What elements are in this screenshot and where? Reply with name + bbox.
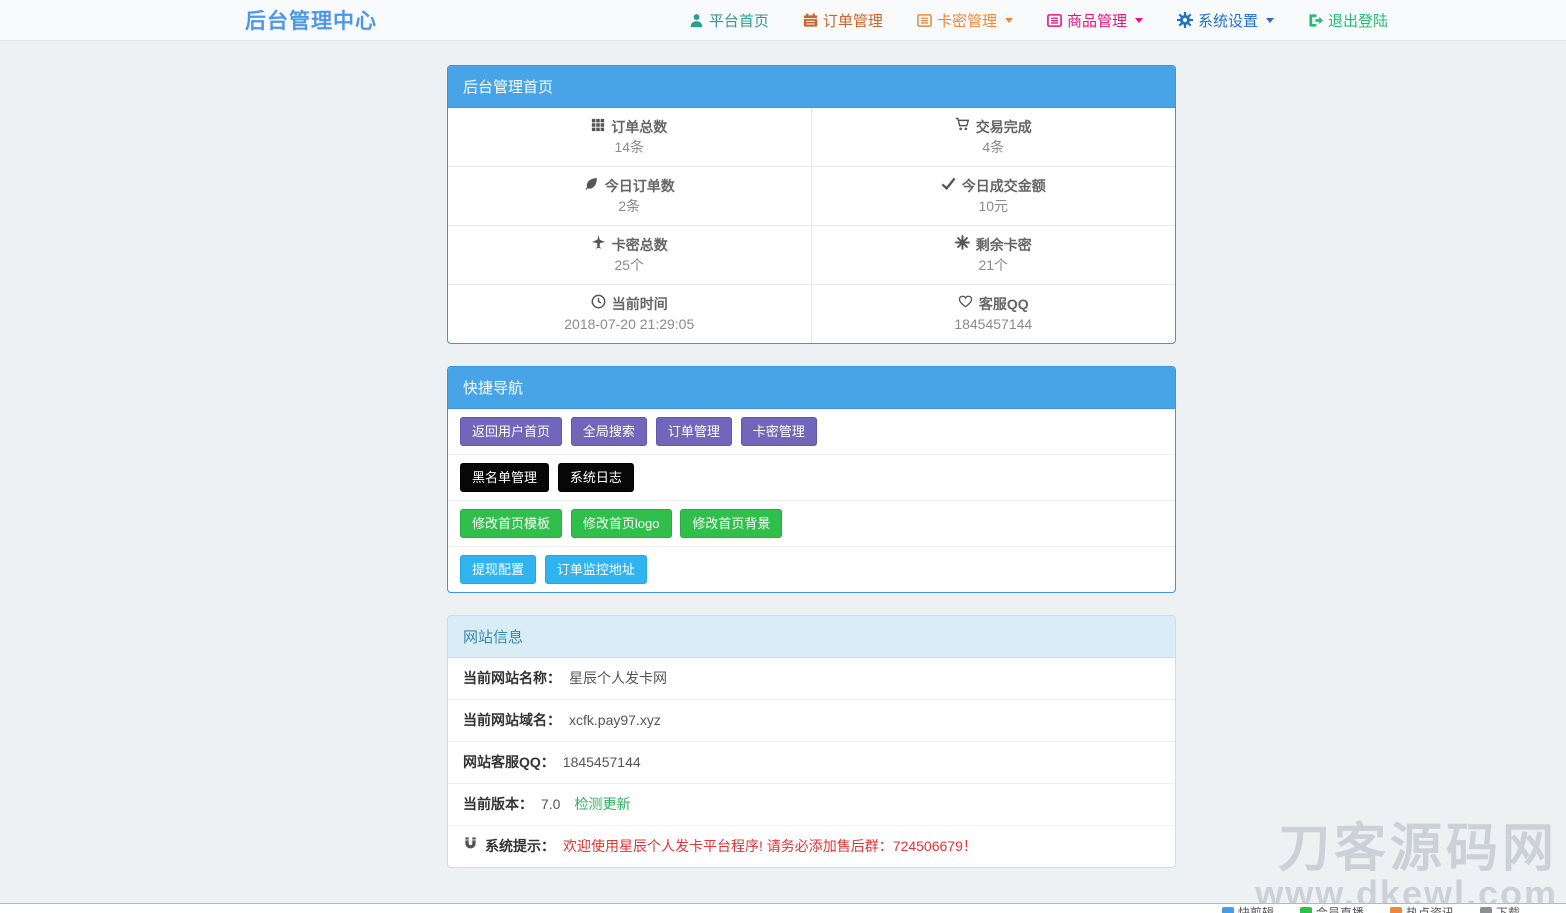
quick-nav-row-green: 修改首页模板 修改首页logo 修改首页背景 [448,501,1175,547]
dashboard-panel-title: 后台管理首页 [448,66,1175,108]
site-name-label: 当前网站名称： [463,668,561,689]
stat-value: 10元 [816,197,1172,216]
chevron-down-icon [1005,18,1013,23]
stat-total-orders: 订单总数 14条 [448,108,812,167]
stat-value: 2018-07-20 21:29:05 [452,315,807,334]
quick-nav-row-black: 黑名单管理 系统日志 [448,455,1175,501]
bottom-bar-news[interactable]: 热点资讯 [1390,905,1454,913]
card-management-button[interactable]: 卡密管理 [741,417,817,446]
grid-icon [591,117,605,137]
live-icon [1300,907,1312,913]
stats-grid: 订单总数 14条 交易完成 4条 今日订单数 2条 [448,108,1175,343]
stat-value: 1845457144 [816,315,1172,334]
site-qq-value: 1845457144 [563,752,641,773]
nav-item-platform-home[interactable]: 平台首页 [689,10,769,31]
play-icon [1222,907,1234,913]
nav-item-card-management[interactable]: 卡密管理 [917,10,1013,31]
order-management-button[interactable]: 订单管理 [656,417,732,446]
site-domain-row: 当前网站域名： xcfk.pay97.xyz [448,700,1175,742]
site-name-value: 星辰个人发卡网 [569,668,667,689]
nav-item-logout[interactable]: 退出登陆 [1308,10,1388,31]
version-label: 当前版本： [463,794,533,815]
site-name-row: 当前网站名称： 星辰个人发卡网 [448,658,1175,700]
edit-home-logo-button[interactable]: 修改首页logo [571,509,672,538]
stat-value: 14条 [452,138,807,157]
stat-service-qq: 客服QQ 1845457144 [812,285,1176,343]
stat-remaining-cards: 剩余卡密 21个 [812,226,1176,285]
system-tip-label: 系统提示： [485,836,555,857]
stat-value: 21个 [816,256,1172,275]
quick-nav-row-sky: 提现配置 订单监控地址 [448,547,1175,592]
clock-icon [591,294,606,314]
nav-menu: 平台首页 订单管理 卡密管理 商品管理 系统设置 [689,10,1388,31]
stat-total-cards: 卡密总数 25个 [448,226,812,285]
cart-icon [955,117,970,137]
magnet-icon [463,836,485,857]
brand-title[interactable]: 后台管理中心 [245,5,377,35]
nav-item-system-settings[interactable]: 系统设置 [1177,10,1274,31]
blacklist-button[interactable]: 黑名单管理 [460,463,549,492]
nav-item-goods-management[interactable]: 商品管理 [1047,10,1143,31]
edit-home-template-button[interactable]: 修改首页模板 [460,509,562,538]
stat-today-orders: 今日订单数 2条 [448,167,812,226]
system-tip-message: 欢迎使用星辰个人发卡平台程序! 请务必添加售后群：724506679！ [563,836,977,857]
main-container: 后台管理首页 订单总数 14条 交易完成 4条 今日订单数 [447,65,1176,868]
user-home-button[interactable]: 返回用户首页 [460,417,562,446]
nav-item-order-management[interactable]: 订单管理 [803,10,883,31]
quick-nav-panel-title: 快捷导航 [448,367,1175,409]
browser-bottom-bar: 快剪辑 会员直播 热点资讯 下载 [0,903,1566,913]
stat-value: 25个 [452,256,807,275]
bottom-bar-download[interactable]: 下载 [1480,905,1520,913]
site-info-panel-title: 网站信息 [448,616,1175,658]
global-search-button[interactable]: 全局搜索 [571,417,647,446]
version-value: 7.0 [541,794,560,815]
site-domain-value: xcfk.pay97.xyz [569,710,661,731]
chevron-down-icon [1266,18,1274,23]
list-icon [1047,13,1062,28]
gear-icon [1177,12,1193,28]
watermark-line1: 刀客源码网 [1255,823,1558,876]
leaf-icon [584,176,599,196]
watermark: 刀客源码网 www.dkewl.com [1255,823,1558,913]
logout-icon [1308,13,1323,28]
site-qq-row: 网站客服QQ： 1845457144 [448,742,1175,784]
bottom-bar-live[interactable]: 会员直播 [1300,905,1364,913]
dashboard-panel: 后台管理首页 订单总数 14条 交易完成 4条 今日订单数 [447,65,1176,344]
download-icon [1480,907,1492,913]
site-info-panel: 网站信息 当前网站名称： 星辰个人发卡网 当前网站域名： xcfk.pay97.… [447,615,1176,868]
stat-value: 4条 [816,138,1172,157]
chevron-down-icon [1135,18,1143,23]
calendar-icon [803,13,818,28]
heart-icon [958,294,973,314]
site-qq-label: 网站客服QQ： [463,752,555,773]
bottom-bar-quick-clip[interactable]: 快剪辑 [1222,905,1274,913]
stat-current-time: 当前时间 2018-07-20 21:29:05 [448,285,812,343]
system-tip-row: 系统提示： 欢迎使用星辰个人发卡平台程序! 请务必添加售后群：724506679… [448,826,1175,867]
quick-nav-panel: 快捷导航 返回用户首页 全局搜索 订单管理 卡密管理 黑名单管理 系统日志 修改… [447,366,1176,593]
news-icon [1390,907,1402,913]
stat-today-amount: 今日成交金额 10元 [812,167,1176,226]
top-navbar: 后台管理中心 平台首页 订单管理 卡密管理 商品管理 [0,0,1566,41]
order-monitor-url-button[interactable]: 订单监控地址 [545,555,647,584]
user-icon [689,13,704,28]
asterisk-icon [955,235,970,255]
system-log-button[interactable]: 系统日志 [558,463,634,492]
stat-value: 2条 [452,197,807,216]
stat-completed-trades: 交易完成 4条 [812,108,1176,167]
quick-nav-row-purple: 返回用户首页 全局搜索 订单管理 卡密管理 [448,409,1175,455]
plane-icon [591,235,606,255]
check-icon [941,176,956,196]
check-update-link[interactable]: 检测更新 [574,794,630,815]
withdraw-config-button[interactable]: 提现配置 [460,555,536,584]
edit-home-background-button[interactable]: 修改首页背景 [680,509,782,538]
site-domain-label: 当前网站域名： [463,710,561,731]
version-row: 当前版本： 7.0 检测更新 [448,784,1175,826]
list-icon [917,13,932,28]
